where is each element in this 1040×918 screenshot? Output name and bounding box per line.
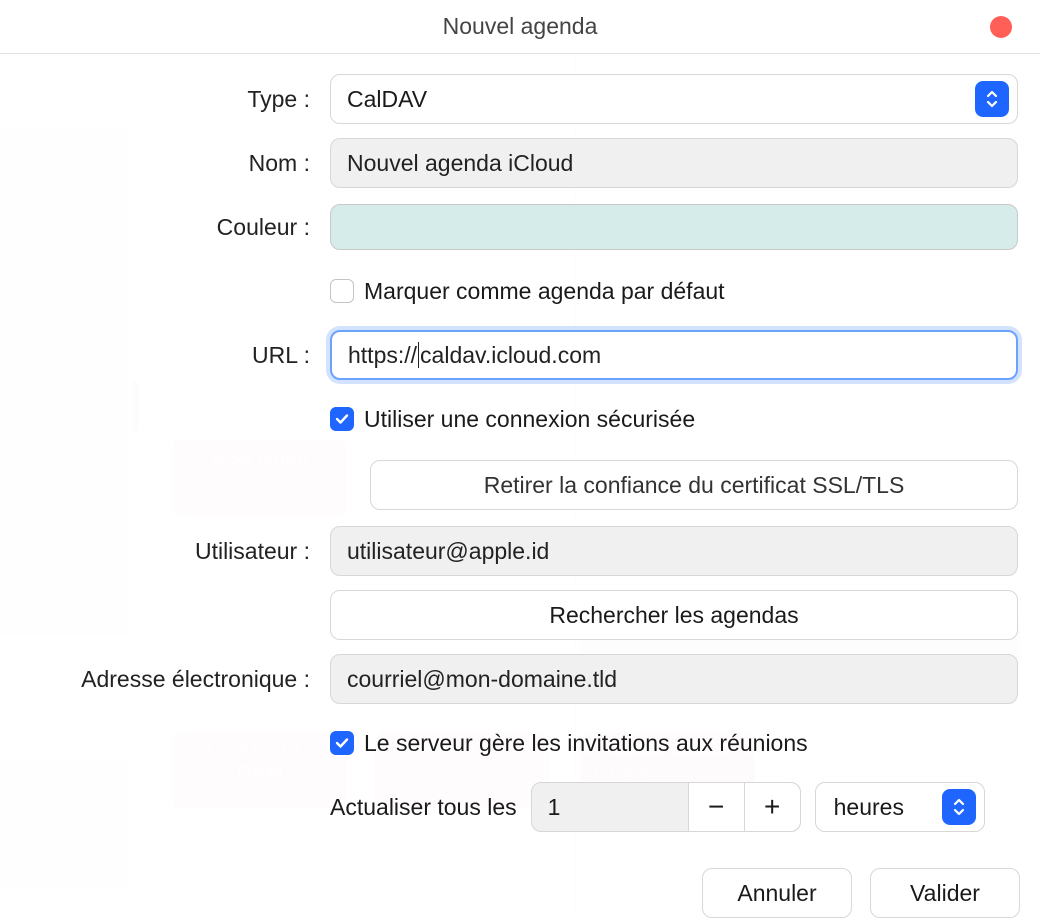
secure-checkbox[interactable]: Utiliser une connexion sécurisée <box>330 406 1020 433</box>
close-icon[interactable] <box>990 16 1012 38</box>
name-label: Nom : <box>20 150 310 177</box>
color-label: Couleur : <box>20 214 310 241</box>
checkbox-icon <box>330 407 354 431</box>
user-field[interactable]: utilisateur@apple.id <box>330 526 1018 576</box>
plus-button[interactable]: + <box>744 783 800 831</box>
invitations-checkbox[interactable]: Le serveur gère les invitations aux réun… <box>330 730 1020 757</box>
user-label: Utilisateur : <box>20 538 310 565</box>
chevron-up-down-icon <box>942 789 976 825</box>
chevron-up-down-icon <box>975 81 1009 117</box>
url-label: URL : <box>20 342 310 369</box>
dialog-form: Type : CalDAV Nom : Nouvel agenda iCloud <box>0 54 1040 912</box>
search-calendars-button[interactable]: Rechercher les agendas <box>330 590 1018 640</box>
secure-checkbox-label: Utiliser une connexion sécurisée <box>364 406 695 433</box>
minus-button[interactable]: − <box>688 783 744 831</box>
default-checkbox-label: Marquer comme agenda par défaut <box>364 278 725 305</box>
email-label: Adresse électronique : <box>20 666 310 693</box>
titlebar: Nouvel agenda <box>0 0 1040 54</box>
ssl-trust-button[interactable]: Retirer la confiance du certificat SSL/T… <box>370 460 1018 510</box>
type-select[interactable]: CalDAV <box>330 74 1018 124</box>
refresh-unit-select[interactable]: heures <box>815 782 985 832</box>
refresh-value: 1 <box>532 794 688 821</box>
refresh-label: Actualiser tous les <box>330 794 517 821</box>
name-field[interactable]: Nouvel agenda iCloud <box>330 138 1018 188</box>
type-value: CalDAV <box>347 86 427 113</box>
dialog-window: Nouvel agenda 9:30 Orion 12:30-13:15 RPM… <box>0 0 1040 912</box>
default-checkbox[interactable]: Marquer comme agenda par défaut <box>330 278 1020 305</box>
checkbox-icon <box>330 731 354 755</box>
refresh-value-stepper[interactable]: 1 − + <box>531 782 801 832</box>
type-label: Type : <box>20 86 310 113</box>
invitations-checkbox-label: Le serveur gère les invitations aux réun… <box>364 730 808 757</box>
email-field[interactable]: courriel@mon-domaine.tld <box>330 654 1018 704</box>
cancel-button[interactable]: Annuler <box>702 868 852 918</box>
url-field[interactable]: https://caldav.icloud.com <box>330 330 1018 380</box>
ok-button[interactable]: Valider <box>870 868 1020 918</box>
color-swatch[interactable] <box>330 204 1018 250</box>
window-title: Nouvel agenda <box>443 13 598 40</box>
checkbox-icon <box>330 279 354 303</box>
